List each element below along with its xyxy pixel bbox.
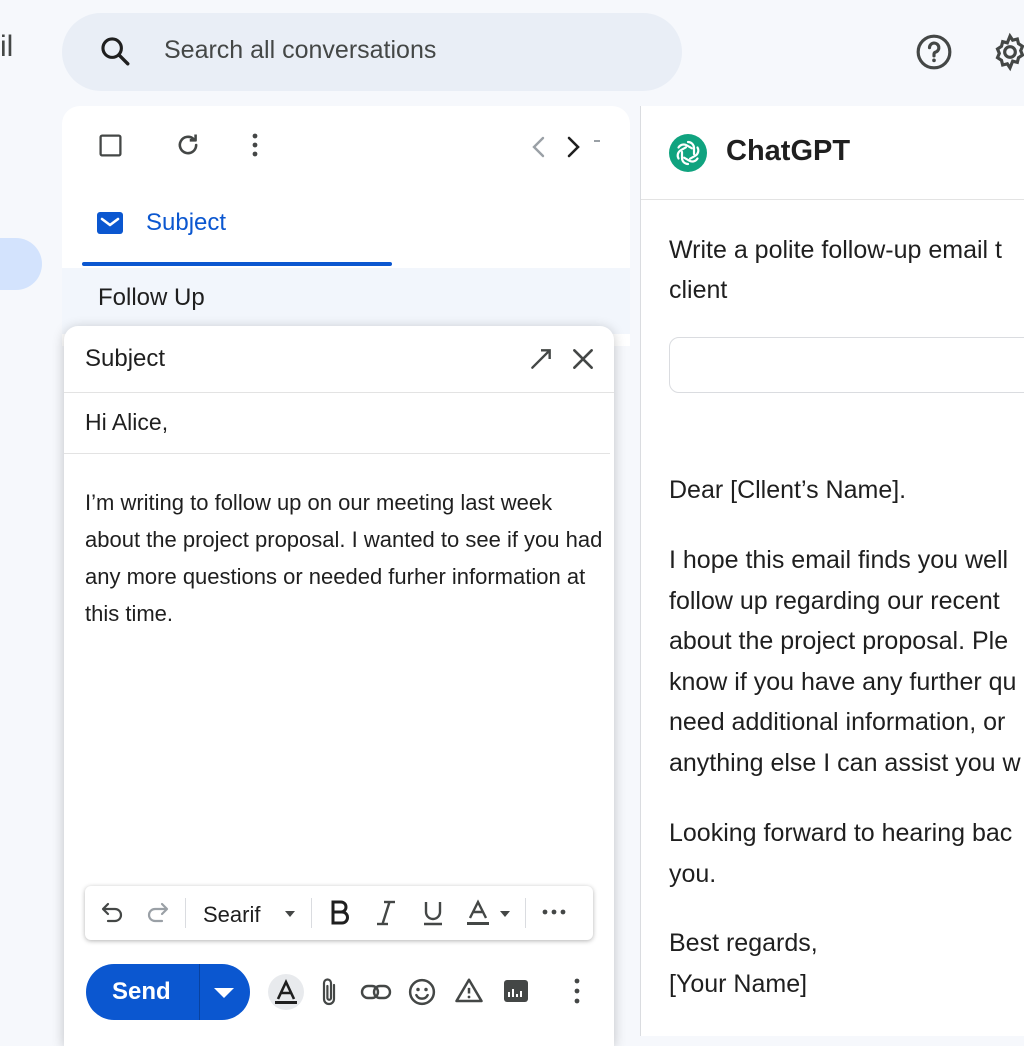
recipient-field[interactable]: Hi Alice, xyxy=(85,409,168,436)
send-button[interactable]: Send xyxy=(86,964,250,1020)
response-line: anything else I can assist you w xyxy=(669,748,1021,777)
chevron-down-icon[interactable] xyxy=(283,909,297,919)
toolbar-divider xyxy=(185,898,186,928)
response-salutation: Dear [Cllent’s Name]. xyxy=(669,476,907,504)
toolbar-divider xyxy=(311,898,312,928)
chatgpt-input[interactable] xyxy=(669,337,1024,393)
chatgpt-prompt: Write a polite follow-up email t client xyxy=(669,230,1024,310)
inbox-icon xyxy=(96,210,124,236)
prompt-line: Write a polite follow-up email t xyxy=(669,236,1003,264)
response-line: follow up regarding our recent xyxy=(669,586,1000,615)
emoji-icon[interactable] xyxy=(407,977,437,1007)
chevron-left-icon[interactable] xyxy=(528,134,550,160)
refresh-icon[interactable] xyxy=(174,131,202,159)
chevron-down-icon[interactable] xyxy=(498,909,512,919)
response-line: Looking forward to hearing bac xyxy=(669,819,1013,847)
compose-divider xyxy=(64,453,610,454)
chevron-right-icon[interactable] xyxy=(562,134,584,160)
send-options-button[interactable] xyxy=(200,964,250,1020)
font-select[interactable]: Searif xyxy=(203,902,260,928)
response-line: need additional information, or xyxy=(669,708,1006,736)
chatgpt-title: ChatGPT xyxy=(726,135,851,167)
formatting-icon[interactable] xyxy=(268,974,304,1010)
send-label: Send xyxy=(112,978,171,1005)
link-icon[interactable] xyxy=(360,978,392,1006)
italic-icon[interactable] xyxy=(374,899,398,927)
compose-body[interactable]: I’m writing to follow up on our meeting … xyxy=(85,484,605,632)
tab-underline xyxy=(82,262,392,266)
search-icon[interactable] xyxy=(98,34,132,68)
close-icon[interactable] xyxy=(570,346,596,372)
response-line: you. xyxy=(669,859,717,888)
list-item-subject: Follow Up xyxy=(98,284,205,311)
more-vert-icon[interactable] xyxy=(243,131,267,159)
text-color-icon[interactable] xyxy=(465,899,491,927)
response-line: I hope this email finds you well xyxy=(669,546,1009,574)
redo-icon[interactable] xyxy=(145,901,171,925)
response-paragraph: Looking forward to hearing bac you. xyxy=(669,813,1024,894)
response-line: [Your Name] xyxy=(669,969,808,998)
gear-icon[interactable] xyxy=(990,32,1024,72)
response-line: about the project proposal. Ple xyxy=(669,627,1009,655)
compose-divider xyxy=(64,392,614,393)
prompt-line: client xyxy=(669,276,728,304)
response-line: know if you have any further qu xyxy=(669,667,1017,696)
more-horiz-icon[interactable] xyxy=(541,906,567,918)
checkbox-icon[interactable] xyxy=(98,133,123,158)
chatgpt-logo-icon xyxy=(668,133,708,173)
response-closing: Best regards, [Your Name] xyxy=(669,923,1024,1004)
help-icon[interactable] xyxy=(914,32,954,72)
underline-icon[interactable] xyxy=(421,899,445,927)
photo-icon[interactable] xyxy=(502,978,530,1004)
response-paragraph: I hope this email finds you well follow … xyxy=(669,540,1024,783)
chevron-down-icon[interactable] xyxy=(592,138,602,146)
response-line: Best regards, xyxy=(669,929,818,957)
formatting-toolbar: Searif xyxy=(85,886,593,940)
sidebar-active-item[interactable] xyxy=(0,238,42,290)
compose-title: Subject xyxy=(85,345,166,372)
app-logo-text[interactable]: il xyxy=(0,30,13,64)
undo-icon[interactable] xyxy=(99,901,125,925)
warning-icon[interactable] xyxy=(454,976,484,1006)
toolbar-divider xyxy=(525,898,526,928)
more-vert-icon[interactable] xyxy=(565,976,589,1006)
tab-primary[interactable]: Subject xyxy=(146,209,226,237)
bold-icon[interactable] xyxy=(328,899,352,927)
search-input[interactable]: Search all conversations xyxy=(164,36,436,65)
expand-icon[interactable] xyxy=(528,346,554,372)
attach-icon[interactable] xyxy=(318,976,342,1008)
chatgpt-header-divider xyxy=(641,199,1024,200)
